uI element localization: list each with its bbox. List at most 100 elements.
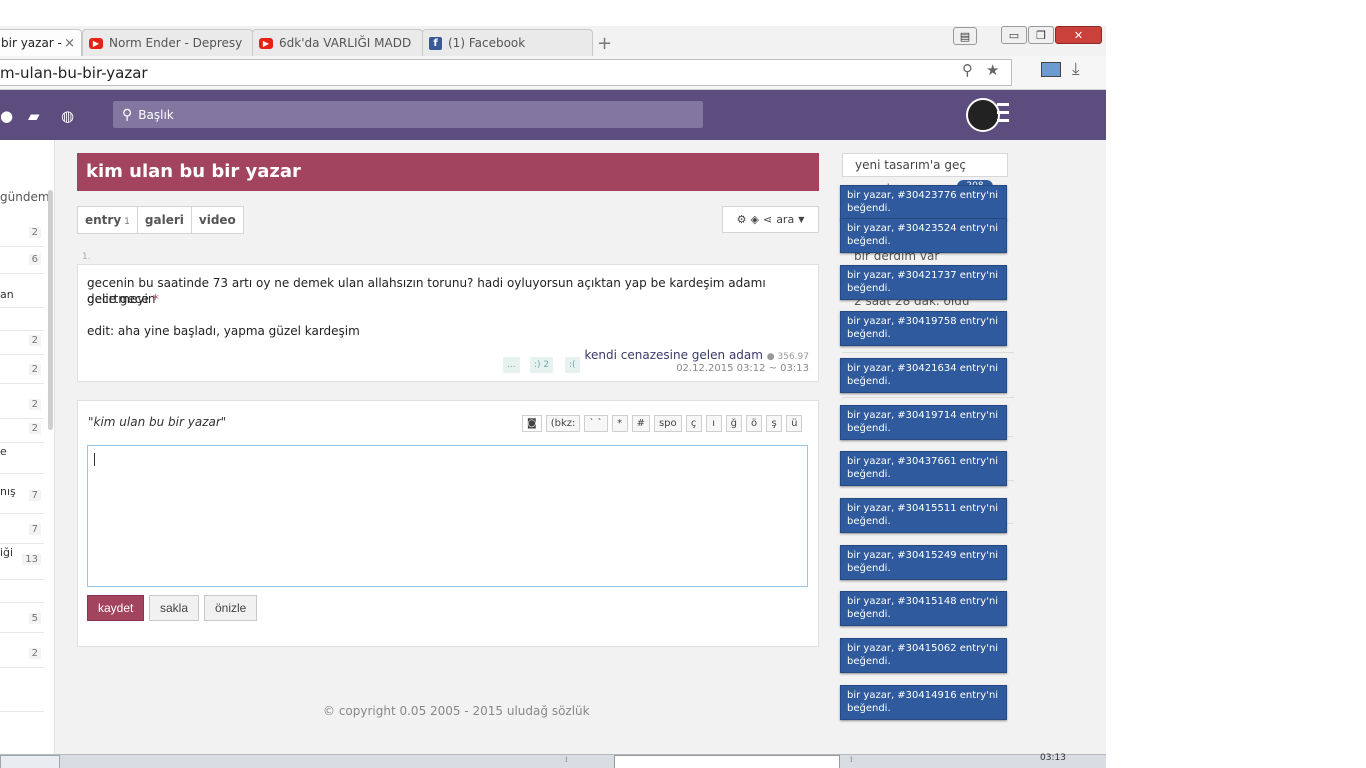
item-count: 2 — [28, 227, 41, 238]
search-icon: ⚲ — [122, 106, 133, 123]
sidebar-item[interactable]: 2 — [0, 332, 44, 355]
sidebar-item[interactable] — [0, 580, 44, 603]
tab-bir-yazar[interactable]: bir yazar - × — [0, 29, 82, 56]
sidebar-item[interactable]: 2 — [0, 361, 44, 384]
maximize-button[interactable]: ❐ — [1028, 26, 1054, 44]
upvote-button[interactable]: :) 2 — [530, 357, 554, 373]
notification[interactable]: bir yazar, #30415062 entry'ni beğendi. — [840, 638, 1007, 673]
sidebar-item[interactable]: 2 — [0, 645, 44, 668]
item-count: 5 — [28, 613, 41, 624]
format-button-star[interactable]: * — [611, 415, 628, 432]
format-button-backtick[interactable]: ` ` — [584, 415, 608, 432]
tab-varligi-madd[interactable]: ▶ 6dk'da VARLIĞI MADD — [252, 29, 423, 56]
downvote-button[interactable]: :( — [565, 357, 580, 373]
entry-editor: "kim ulan bu bir yazar" ◙ (bkz: ` ` * # … — [77, 400, 819, 647]
format-button-spoiler[interactable]: spo — [653, 415, 682, 432]
new-tab-button[interactable]: + — [597, 33, 612, 54]
notification[interactable]: bir yazar, #30423524 entry'ni beğendi. — [840, 218, 1007, 253]
sidebar-item[interactable]: 2 — [0, 224, 44, 247]
globe-icon[interactable]: ◍ — [61, 107, 74, 125]
download-icon[interactable]: ⤓ — [1072, 59, 1080, 79]
sidebar-item[interactable] — [0, 308, 44, 331]
sidebar-item[interactable]: nış 7 — [0, 482, 44, 514]
entry-number: 1. — [82, 252, 91, 262]
switch-design-link[interactable]: yeni tasarım'a geç — [842, 153, 1008, 177]
user-icon[interactable]: ● — [0, 107, 13, 125]
more-votes-button[interactable]: ... — [503, 357, 520, 373]
sidebar-item[interactable]: 6 — [0, 251, 44, 274]
notification[interactable]: bir yazar, #30423776 entry'ni beğendi. — [840, 185, 1007, 220]
search-input[interactable]: ⚲ Başlık — [113, 101, 703, 128]
tag-icon[interactable]: ◈ — [751, 213, 759, 226]
char-button[interactable]: ö — [746, 415, 763, 432]
page-title[interactable]: kim ulan bu bir yazar — [86, 161, 301, 182]
notification[interactable]: bir yazar, #30437661 entry'ni beğendi. — [840, 451, 1007, 486]
taskbar-start-item[interactable] — [0, 755, 60, 768]
tab-close-icon[interactable]: × — [64, 36, 75, 51]
zoom-icon[interactable]: ⚲ — [962, 61, 973, 79]
sidebar-heading[interactable]: gündem — [0, 190, 50, 214]
char-button[interactable]: ç — [685, 415, 702, 432]
close-window-button[interactable]: ✕ — [1055, 26, 1102, 44]
search-dropdown[interactable]: ara — [776, 213, 794, 226]
share-icon[interactable]: ⋖ — [763, 213, 772, 226]
tab-norm-ender[interactable]: ▶ Norm Ender - Depresy — [82, 29, 253, 56]
entry-date[interactable]: 02.12.2015 03:12 ~ 03:13 — [676, 363, 809, 374]
preview-button[interactable]: önizle — [204, 595, 258, 621]
avatar[interactable] — [966, 98, 1000, 132]
minimize-button[interactable]: ▭ — [1001, 26, 1027, 44]
taskbar-grip-icon[interactable]: ⁞ — [565, 755, 573, 768]
chevron-down-icon[interactable]: ▼ — [798, 215, 804, 224]
notification[interactable]: bir yazar, #30421737 entry'ni beğendi. — [840, 265, 1007, 300]
settings-icon[interactable]: ⚙ — [737, 213, 747, 226]
notification[interactable]: bir yazar, #30415148 entry'ni beğendi. — [840, 591, 1007, 626]
url-input[interactable]: m-ulan-bu-bir-yazar — [0, 59, 1012, 86]
char-button[interactable]: ü — [786, 415, 803, 432]
author-score: ● 356.97 — [766, 352, 809, 362]
notification[interactable]: bir yazar, #30414916 entry'ni beğendi. — [840, 685, 1007, 720]
camera-icon[interactable]: ◙ — [522, 415, 542, 432]
reader-icon[interactable]: ▤ — [953, 27, 977, 45]
sidebar-item[interactable]: e — [0, 442, 44, 474]
taskbar-clock[interactable]: 03:13 — [1040, 753, 1066, 767]
tab-galeri[interactable]: galeri — [138, 207, 192, 233]
sidebar-item[interactable]: 5 — [0, 610, 44, 633]
tab-video[interactable]: video — [192, 207, 243, 233]
entry-author[interactable]: kendi cenazesine gelen adam ● 356.97 — [585, 348, 809, 362]
notification[interactable]: bir yazar, #30419758 entry'ni beğendi. — [840, 311, 1007, 346]
notification[interactable]: bir yazar, #30421634 entry'ni beğendi. — [840, 358, 1007, 393]
sidebar-item[interactable] — [0, 689, 44, 712]
format-toolbar: ◙ (bkz: ` ` * # spo ç ı ğ ö ş ü — [522, 415, 803, 432]
text-caret — [94, 453, 95, 466]
notification[interactable]: bir yazar, #30419714 entry'ni beğendi. — [840, 405, 1007, 440]
char-button[interactable]: ş — [766, 415, 783, 432]
topic-tools: ⚙ ◈ ⋖ ara ▼ — [722, 206, 819, 233]
messages-icon[interactable]: ▰ — [28, 107, 40, 125]
spoiler-star[interactable]: * — [153, 292, 159, 306]
sidebar-scrollbar[interactable] — [48, 190, 53, 430]
sidebar-item[interactable]: iği 13 — [0, 543, 44, 580]
hamburger-menu-icon[interactable] — [997, 103, 1009, 127]
notification[interactable]: bir yazar, #30415511 entry'ni beğendi. — [840, 498, 1007, 533]
char-button[interactable]: ğ — [725, 415, 742, 432]
bookmark-star-icon[interactable]: ★ — [986, 61, 999, 79]
sidebar-item[interactable]: an — [0, 285, 44, 308]
sidebar-item[interactable]: 2 — [0, 396, 44, 419]
sidebar-item[interactable]: 7 — [0, 521, 44, 544]
sidebar-item[interactable]: 2 — [0, 420, 44, 443]
save-button[interactable]: kaydet — [87, 595, 145, 621]
tab-entry[interactable]: entry 1 — [78, 207, 138, 233]
taskbar-search-field[interactable] — [614, 755, 840, 768]
item-count: 2 — [28, 335, 41, 346]
item-count: 7 — [28, 524, 41, 535]
char-button[interactable]: ı — [705, 415, 722, 432]
notification[interactable]: bir yazar, #30415249 entry'ni beğendi. — [840, 545, 1007, 580]
taskbar-grip-icon[interactable]: ⁞ — [850, 755, 858, 768]
tab-facebook[interactable]: f (1) Facebook — [422, 29, 593, 56]
image-extension-icon[interactable] — [1041, 62, 1061, 77]
tab-strip: bir yazar - × ▶ Norm Ender - Depresy ▶ 6… — [0, 26, 1106, 56]
entry-textarea[interactable] — [87, 445, 808, 587]
format-button-bkz[interactable]: (bkz: — [545, 415, 581, 432]
format-button-hash[interactable]: # — [631, 415, 650, 432]
hide-button[interactable]: sakla — [149, 595, 200, 621]
